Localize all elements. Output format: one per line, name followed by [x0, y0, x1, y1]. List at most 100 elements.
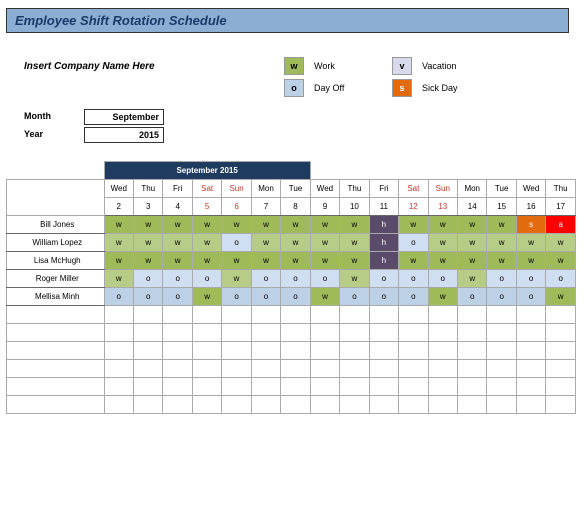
- empty-cell[interactable]: [458, 360, 487, 378]
- shift-cell[interactable]: a: [546, 216, 576, 234]
- empty-cell[interactable]: [251, 342, 280, 360]
- empty-cell[interactable]: [340, 396, 369, 414]
- empty-cell[interactable]: [222, 378, 251, 396]
- shift-cell[interactable]: w: [310, 216, 339, 234]
- empty-cell[interactable]: [487, 306, 516, 324]
- empty-cell[interactable]: [310, 306, 339, 324]
- empty-cell[interactable]: [222, 360, 251, 378]
- empty-cell[interactable]: [546, 342, 576, 360]
- shift-cell[interactable]: w: [399, 216, 428, 234]
- empty-cell[interactable]: [310, 378, 339, 396]
- empty-cell[interactable]: [7, 396, 105, 414]
- empty-cell[interactable]: [516, 342, 545, 360]
- empty-cell[interactable]: [281, 378, 310, 396]
- shift-cell[interactable]: o: [399, 234, 428, 252]
- shift-cell[interactable]: o: [163, 270, 192, 288]
- empty-cell[interactable]: [163, 324, 192, 342]
- empty-cell[interactable]: [310, 396, 339, 414]
- empty-cell[interactable]: [192, 378, 221, 396]
- empty-cell[interactable]: [251, 360, 280, 378]
- shift-cell[interactable]: w: [487, 234, 516, 252]
- shift-cell[interactable]: w: [340, 270, 369, 288]
- empty-cell[interactable]: [251, 378, 280, 396]
- shift-cell[interactable]: w: [428, 216, 457, 234]
- empty-cell[interactable]: [281, 396, 310, 414]
- shift-cell[interactable]: w: [516, 234, 545, 252]
- shift-cell[interactable]: w: [222, 252, 251, 270]
- empty-cell[interactable]: [369, 378, 398, 396]
- empty-cell[interactable]: [487, 360, 516, 378]
- empty-cell[interactable]: [428, 396, 457, 414]
- empty-cell[interactable]: [163, 306, 192, 324]
- shift-cell[interactable]: w: [516, 252, 545, 270]
- shift-cell[interactable]: w: [340, 234, 369, 252]
- shift-cell[interactable]: o: [310, 270, 339, 288]
- shift-cell[interactable]: o: [546, 270, 576, 288]
- shift-cell[interactable]: w: [251, 234, 280, 252]
- shift-cell[interactable]: w: [340, 216, 369, 234]
- shift-cell[interactable]: w: [428, 288, 457, 306]
- shift-cell[interactable]: w: [104, 252, 133, 270]
- shift-cell[interactable]: w: [310, 234, 339, 252]
- company-name-prompt[interactable]: Insert Company Name Here: [24, 57, 224, 72]
- shift-cell[interactable]: w: [310, 288, 339, 306]
- empty-cell[interactable]: [516, 378, 545, 396]
- shift-cell[interactable]: w: [458, 252, 487, 270]
- empty-cell[interactable]: [369, 342, 398, 360]
- empty-cell[interactable]: [428, 306, 457, 324]
- empty-cell[interactable]: [340, 378, 369, 396]
- shift-cell[interactable]: o: [516, 288, 545, 306]
- shift-cell[interactable]: h: [369, 234, 398, 252]
- empty-cell[interactable]: [399, 360, 428, 378]
- empty-cell[interactable]: [310, 342, 339, 360]
- empty-cell[interactable]: [546, 378, 576, 396]
- shift-cell[interactable]: w: [487, 216, 516, 234]
- empty-cell[interactable]: [428, 342, 457, 360]
- shift-cell[interactable]: o: [133, 288, 162, 306]
- empty-cell[interactable]: [546, 360, 576, 378]
- empty-cell[interactable]: [369, 324, 398, 342]
- shift-cell[interactable]: w: [133, 216, 162, 234]
- empty-cell[interactable]: [340, 324, 369, 342]
- shift-cell[interactable]: o: [104, 288, 133, 306]
- shift-cell[interactable]: w: [546, 288, 576, 306]
- empty-cell[interactable]: [399, 396, 428, 414]
- year-input[interactable]: 2015: [84, 127, 164, 143]
- empty-cell[interactable]: [281, 306, 310, 324]
- shift-cell[interactable]: w: [458, 270, 487, 288]
- shift-cell[interactable]: w: [399, 252, 428, 270]
- empty-cell[interactable]: [222, 324, 251, 342]
- shift-cell[interactable]: o: [222, 234, 251, 252]
- shift-cell[interactable]: w: [281, 234, 310, 252]
- shift-cell[interactable]: w: [192, 252, 221, 270]
- empty-cell[interactable]: [487, 342, 516, 360]
- empty-cell[interactable]: [546, 324, 576, 342]
- shift-cell[interactable]: o: [222, 288, 251, 306]
- shift-cell[interactable]: w: [104, 234, 133, 252]
- empty-cell[interactable]: [310, 324, 339, 342]
- shift-cell[interactable]: o: [340, 288, 369, 306]
- shift-cell[interactable]: w: [281, 216, 310, 234]
- shift-cell[interactable]: h: [369, 216, 398, 234]
- shift-cell[interactable]: w: [310, 252, 339, 270]
- shift-cell[interactable]: o: [251, 270, 280, 288]
- shift-cell[interactable]: w: [251, 216, 280, 234]
- empty-cell[interactable]: [133, 360, 162, 378]
- empty-cell[interactable]: [487, 378, 516, 396]
- empty-cell[interactable]: [399, 378, 428, 396]
- empty-cell[interactable]: [310, 360, 339, 378]
- empty-cell[interactable]: [399, 306, 428, 324]
- shift-cell[interactable]: w: [192, 216, 221, 234]
- shift-cell[interactable]: w: [546, 252, 576, 270]
- shift-cell[interactable]: w: [487, 252, 516, 270]
- empty-cell[interactable]: [340, 360, 369, 378]
- empty-cell[interactable]: [428, 360, 457, 378]
- shift-cell[interactable]: o: [281, 288, 310, 306]
- empty-cell[interactable]: [369, 360, 398, 378]
- empty-cell[interactable]: [133, 306, 162, 324]
- empty-cell[interactable]: [458, 378, 487, 396]
- empty-cell[interactable]: [399, 324, 428, 342]
- empty-cell[interactable]: [458, 324, 487, 342]
- shift-cell[interactable]: w: [340, 252, 369, 270]
- empty-cell[interactable]: [487, 396, 516, 414]
